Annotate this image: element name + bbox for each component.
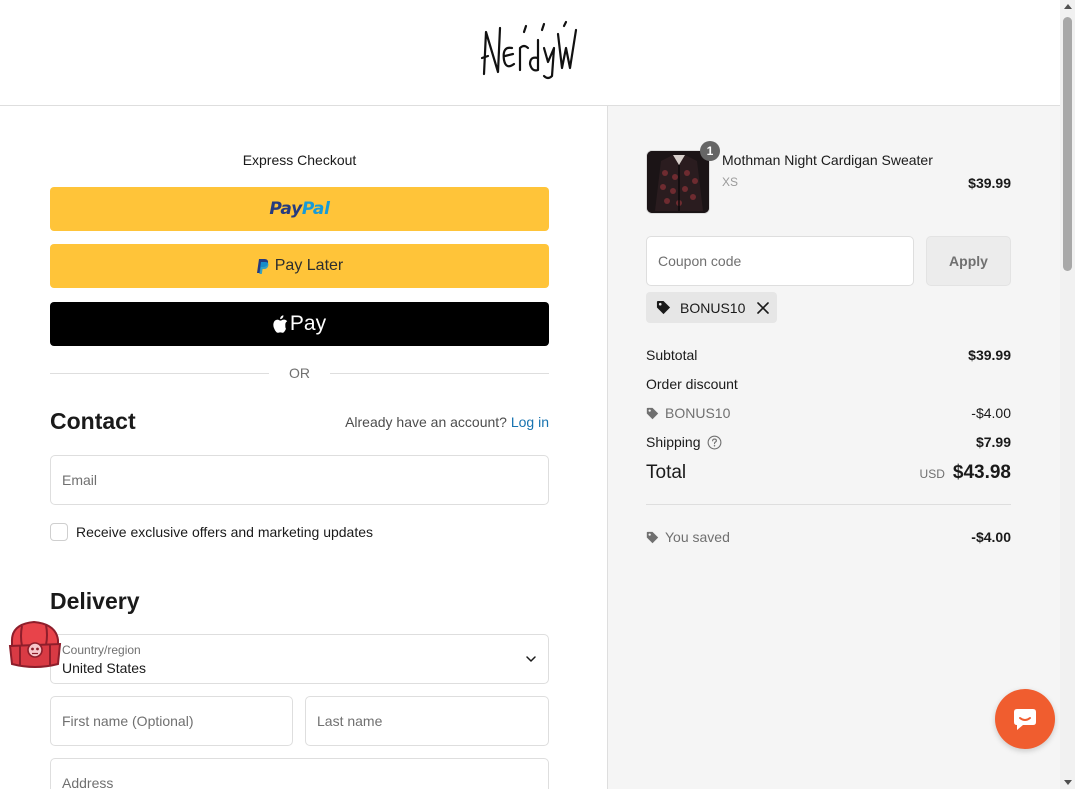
- apple-pay-button[interactable]: Pay: [50, 302, 549, 346]
- account-prompt-text: Already have an account?: [345, 414, 507, 430]
- order-discount-label: Order discount: [646, 376, 738, 392]
- divider-line: [50, 372, 269, 374]
- total-currency: USD: [919, 467, 945, 481]
- last-name-input[interactable]: [306, 697, 548, 745]
- discount-code-row: BONUS10: [646, 405, 730, 421]
- shipping-label: Shipping: [646, 434, 701, 450]
- tag-icon: [646, 407, 659, 419]
- close-icon[interactable]: [757, 301, 770, 314]
- page-scrollbar[interactable]: [1060, 0, 1075, 789]
- login-link[interactable]: Log in: [511, 414, 549, 430]
- total-amount: $43.98: [952, 462, 1011, 483]
- email-input[interactable]: [51, 456, 548, 504]
- paypal-icon: [256, 258, 269, 274]
- paypal-pay-later-button[interactable]: Pay Later: [50, 244, 549, 288]
- account-prompt: Already have an account? Log in: [345, 414, 549, 430]
- quantity-badge: 1: [700, 141, 720, 161]
- product-thumbnail-wrap: 1: [646, 141, 720, 214]
- first-name-field[interactable]: [50, 696, 293, 746]
- marketing-label[interactable]: Receive exclusive offers and marketing u…: [76, 524, 373, 540]
- applied-discount-chip: BONUS10: [646, 292, 778, 323]
- product-thumbnail: [646, 150, 710, 214]
- paypal-icon: PayPal: [269, 199, 330, 219]
- you-saved-row: You saved: [646, 529, 730, 545]
- summary-divider: [646, 504, 1011, 505]
- paylater-label: Pay Later: [274, 257, 344, 274]
- delivery-heading: Delivery: [50, 588, 140, 614]
- country-label: Country/region: [62, 643, 141, 657]
- total-value: USD $43.98: [920, 462, 1011, 484]
- shipping-value: $7.99: [975, 434, 1011, 450]
- or-label: OR: [289, 365, 310, 381]
- applied-code-label: BONUS10: [680, 299, 746, 316]
- store-logo[interactable]: [478, 18, 582, 82]
- help-icon[interactable]: [707, 435, 722, 450]
- tag-icon: [656, 300, 671, 315]
- paypal-button[interactable]: PayPal: [50, 187, 549, 231]
- chat-button[interactable]: [995, 689, 1055, 749]
- or-divider: OR: [50, 364, 549, 382]
- first-name-input[interactable]: [51, 697, 292, 745]
- tag-icon: [646, 531, 659, 543]
- product-name: Mothman Night Cardigan Sweater: [722, 152, 933, 168]
- chat-icon: [1014, 709, 1036, 730]
- marketing-opt-in[interactable]: Receive exclusive offers and marketing u…: [50, 523, 373, 541]
- country-select[interactable]: Country/region United States: [50, 634, 549, 684]
- address-field[interactable]: [50, 758, 549, 789]
- product-price: $39.99: [968, 175, 1011, 191]
- marketing-checkbox[interactable]: [50, 523, 68, 541]
- treasure-chest-icon[interactable]: [6, 616, 64, 670]
- contact-heading: Contact: [50, 408, 136, 434]
- applepay-label: Pay: [289, 312, 327, 335]
- you-saved-label: You saved: [665, 529, 730, 545]
- subtotal-value: $39.99: [968, 347, 1011, 363]
- product-variant: XS: [722, 175, 739, 189]
- scroll-up-arrow[interactable]: [1064, 4, 1072, 9]
- total-label: Total: [646, 462, 687, 483]
- order-summary-panel: 1 Mothman Night Cardigan Sweater XS $39.…: [607, 106, 1060, 789]
- discount-value: -$4.00: [971, 405, 1011, 421]
- country-value: United States: [62, 660, 147, 676]
- chevron-down-icon: [526, 656, 536, 662]
- subtotal-label: Subtotal: [646, 347, 698, 363]
- divider-line: [330, 372, 549, 374]
- scroll-down-arrow[interactable]: [1064, 780, 1072, 785]
- coupon-field[interactable]: [646, 236, 914, 286]
- checkout-form-panel: Express Checkout PayPal Pay Later Pay OR…: [0, 106, 607, 789]
- last-name-field[interactable]: [305, 696, 549, 746]
- email-field[interactable]: [50, 455, 549, 505]
- apple-icon: [273, 315, 288, 333]
- shipping-row: Shipping: [646, 434, 722, 450]
- scroll-thumb[interactable]: [1063, 17, 1072, 271]
- address-input[interactable]: [51, 759, 548, 789]
- apply-coupon-button[interactable]: Apply: [926, 236, 1011, 286]
- checkout-header: [0, 0, 1060, 106]
- discount-code-label: BONUS10: [665, 405, 731, 421]
- coupon-input[interactable]: [647, 237, 913, 285]
- express-checkout-title: Express Checkout: [242, 152, 357, 168]
- you-saved-value: -$4.00: [971, 529, 1011, 545]
- sweater-image: [647, 151, 709, 213]
